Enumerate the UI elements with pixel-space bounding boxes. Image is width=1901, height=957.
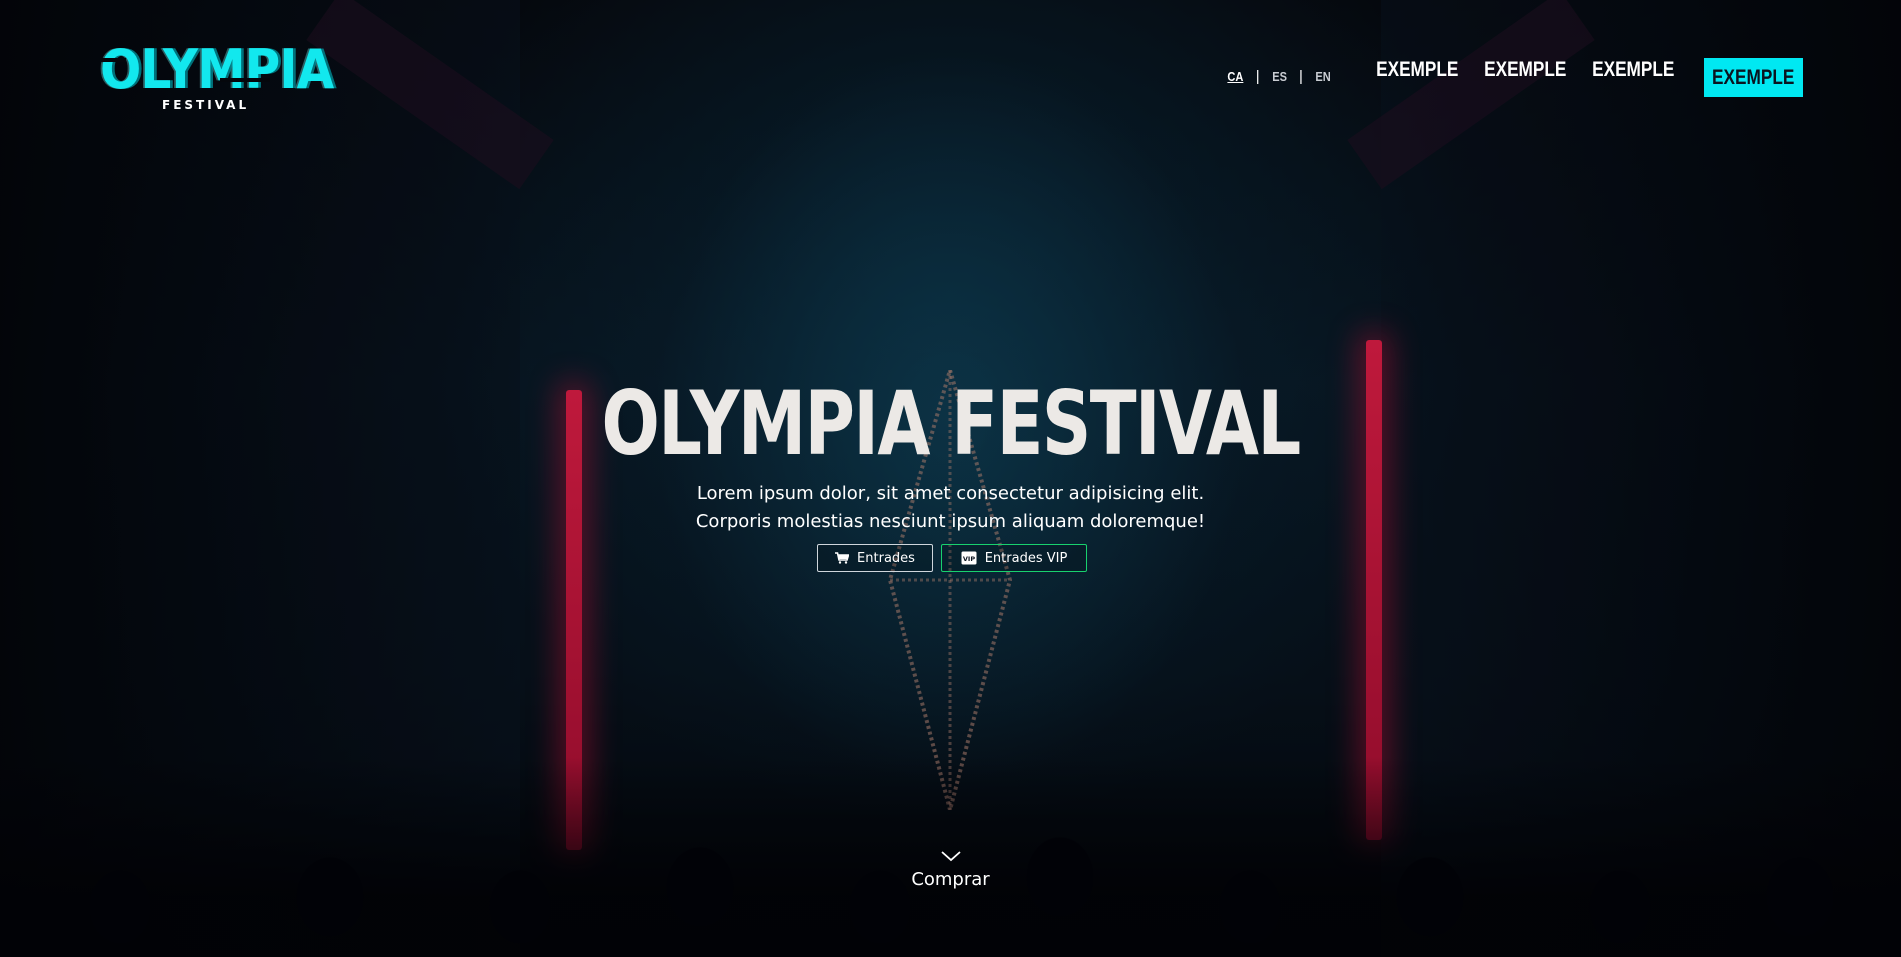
nav-link-2[interactable]: EXEMPLE (1484, 58, 1566, 82)
lang-es-link[interactable]: ES (1272, 69, 1287, 84)
vip-tickets-button-label: Entrades VIP (984, 550, 1068, 566)
svg-text:VIP: VIP (963, 555, 975, 563)
nav-cta-label: EXEMPLE (1712, 65, 1795, 89)
hero-description-line-1: Lorem ipsum dolor, sit amet consectetur … (696, 483, 1205, 504)
hero-buttons: Entrades VIP Entrades VIP (817, 544, 1087, 572)
logo-glitch-line (220, 78, 270, 82)
background-overlay (0, 0, 1901, 957)
scroll-to-buy[interactable]: Comprar (0, 848, 1901, 890)
chevron-down-icon (940, 848, 962, 867)
lang-en-link[interactable]: EN (1315, 69, 1330, 84)
hero-title-text: OLYMPIA FESTIVAL (601, 372, 1301, 475)
tickets-button-label: Entrades (857, 550, 915, 566)
tickets-button[interactable]: Entrades (817, 544, 933, 572)
nav-link-3[interactable]: EXEMPLE (1592, 58, 1674, 82)
nav-cta-button[interactable]: EXEMPLE (1704, 58, 1803, 97)
vip-icon: VIP (961, 551, 977, 565)
lang-separator: | (1255, 68, 1260, 85)
lang-ca-link[interactable]: CA (1227, 69, 1243, 84)
vip-tickets-button[interactable]: VIP Entrades VIP (941, 544, 1087, 572)
cart-icon (835, 552, 850, 564)
hero-background (0, 0, 1901, 957)
logo-glitch-line (100, 58, 126, 62)
nav-link-1[interactable]: EXEMPLE (1376, 58, 1458, 82)
logo-subtitle: FESTIVAL (162, 98, 250, 112)
language-switcher: CA | ES | EN (1226, 68, 1332, 85)
logo-wordmark: OLYMPIA (100, 38, 334, 101)
hero-description-line-2: Corporis molestias nesciunt ipsum aliqua… (695, 511, 1206, 532)
site-logo[interactable]: OLYMPIA FESTIVAL (100, 40, 334, 120)
hero-description: Lorem ipsum dolor, sit amet consectetur … (0, 480, 1901, 536)
hero-title: OLYMPIA FESTIVAL (0, 374, 1901, 474)
lang-separator: | (1299, 68, 1303, 85)
main-nav: EXEMPLE EXEMPLE EXEMPLE (1368, 58, 1692, 82)
scroll-label: Comprar (911, 869, 990, 890)
